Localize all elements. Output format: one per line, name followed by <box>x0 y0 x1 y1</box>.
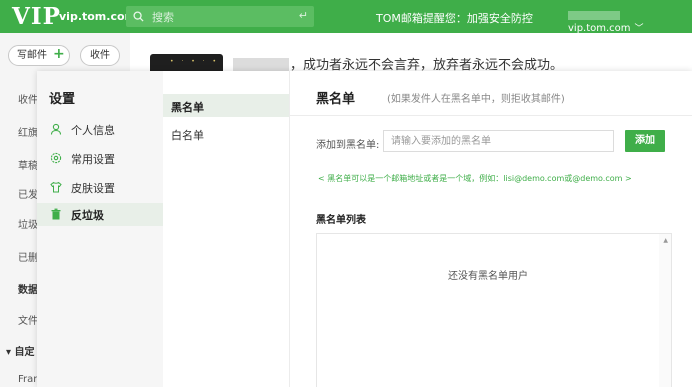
compose-label: 写邮件 <box>17 50 47 61</box>
nav-item-deleted[interactable]: 已删 <box>18 249 38 264</box>
enter-icon[interactable]: ↵ <box>299 9 308 22</box>
menu-item-profile[interactable]: 个人信息 <box>37 118 163 141</box>
blacklist-panel: 黑名单 (如果发件人在黑名单中，则拒收其邮件) 添加到黑名单: 添加 < 黑名单… <box>290 71 692 387</box>
submenu-whitelist[interactable]: 白名单 <box>163 122 289 145</box>
trash-icon <box>51 208 61 220</box>
menu-item-label: 常用设置 <box>71 153 115 166</box>
menu-item-label: 反垃圾 <box>71 209 104 222</box>
search-input[interactable]: 搜索 <box>152 9 174 25</box>
menu-item-label: 皮肤设置 <box>71 182 115 195</box>
menu-item-general[interactable]: 常用设置 <box>37 147 163 170</box>
top-bar: VIP vip.tom.com 搜索 ↵ TOM邮箱提醒您：加强安全防控 vip… <box>0 0 692 34</box>
scrollbar[interactable] <box>659 234 671 387</box>
nav-item-inbox[interactable]: 收件 <box>18 91 38 106</box>
search-icon <box>133 11 144 22</box>
nav-item-flagged[interactable]: 红旗 <box>18 124 38 139</box>
settings-menu: 设置 个人信息 常用设置 皮肤设置 反垃圾 <box>37 71 163 387</box>
add-blacklist-label: 添加到黑名单: <box>316 140 380 151</box>
nav-item-drafts[interactable]: 草稿 <box>18 157 38 172</box>
empty-list-message: 还没有黑名单用户 <box>448 271 528 282</box>
nav-item-files[interactable]: 文件 <box>18 312 38 327</box>
add-button[interactable]: 添加 <box>625 130 665 152</box>
menu-item-label: 个人信息 <box>71 124 115 137</box>
settings-title: 设置 <box>49 92 76 107</box>
compose-button[interactable]: 写邮件 + <box>8 45 70 66</box>
scroll-up-icon[interactable]: ▲ <box>663 237 668 244</box>
nav-item-custom[interactable]: ▾ 自定 <box>6 343 35 358</box>
nav-item-data[interactable]: 数据 <box>18 281 38 296</box>
shirt-icon <box>50 181 62 193</box>
blacklist-hint: < 黑名单可以是一个邮箱地址或者是一个域，例如：lisi@demo.com或@d… <box>318 174 632 183</box>
divider <box>290 115 692 116</box>
settings-submenu: 黑名单 白名单 <box>163 71 290 387</box>
blacklist-input[interactable] <box>383 130 614 152</box>
vip-logo[interactable]: VIP <box>12 3 61 30</box>
menu-item-antispam[interactable]: 反垃圾 <box>37 203 163 226</box>
collect-button[interactable]: 收件 <box>80 45 120 66</box>
submenu-label: 黑名单 <box>171 101 204 114</box>
security-notice[interactable]: TOM邮箱提醒您：加强安全防控 <box>376 10 533 26</box>
settings-dialog: 设置 个人信息 常用设置 皮肤设置 反垃圾 黑名单 白名单 黑名单 (如果发件人… <box>37 71 692 387</box>
redacted-username <box>568 10 620 20</box>
nav-item-spam[interactable]: 垃圾 <box>18 216 38 231</box>
panel-description: (如果发件人在黑名单中，则拒收其邮件) <box>387 94 565 105</box>
panel-title: 黑名单 <box>316 92 356 107</box>
gear-icon <box>50 152 62 164</box>
submenu-blacklist[interactable]: 黑名单 <box>163 94 289 117</box>
search-box[interactable]: 搜索 ↵ <box>126 6 314 27</box>
banner-decoration: • · • · • <box>170 58 220 65</box>
blacklist-list[interactable]: ▲ 还没有黑名单用户 <box>316 233 672 387</box>
redacted-text <box>233 58 289 72</box>
blacklist-list-title: 黑名单列表 <box>316 215 366 226</box>
user-account-menu[interactable]: vip.tom.com ﹀ <box>568 10 692 34</box>
submenu-label: 白名单 <box>171 129 204 142</box>
plus-icon: + <box>53 46 65 62</box>
domain-label: vip.tom.com <box>59 10 136 23</box>
nav-item-sent[interactable]: 已发 <box>18 186 38 201</box>
menu-item-skin[interactable]: 皮肤设置 <box>37 176 163 199</box>
user-icon <box>50 123 62 135</box>
